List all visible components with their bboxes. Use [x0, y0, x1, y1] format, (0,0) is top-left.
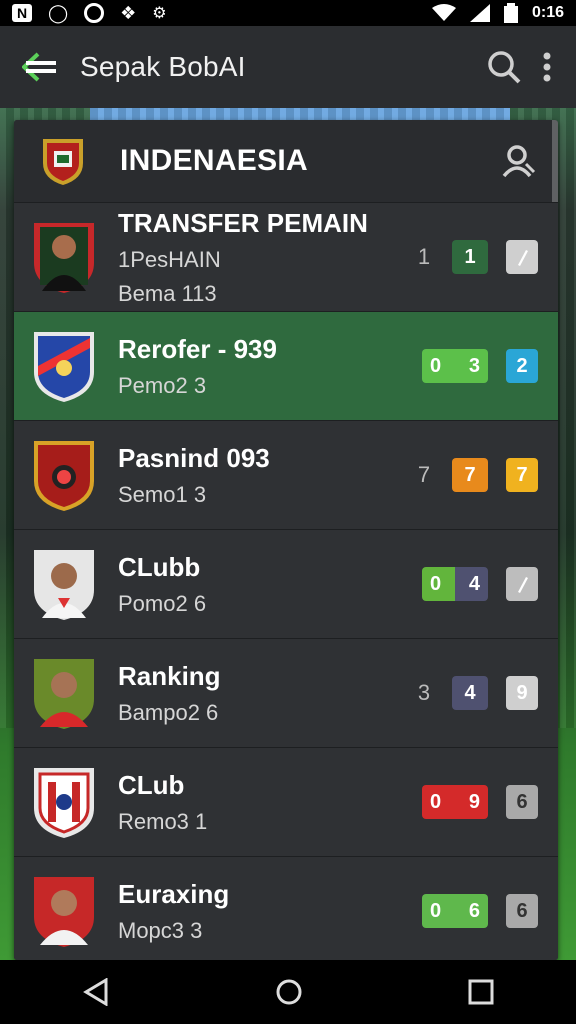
- row-subtitle: Semo1 3: [118, 481, 207, 507]
- player-avatar: [34, 659, 94, 729]
- more-vert-icon[interactable]: [542, 52, 552, 82]
- wifi-icon: [431, 4, 456, 21]
- player-avatar: [34, 223, 94, 293]
- app-bar: Sepak BobAI: [0, 26, 576, 108]
- row-title: CLubb: [118, 551, 201, 582]
- club-crest: [34, 332, 94, 402]
- player-avatar: [34, 550, 94, 620]
- row-title: TRANSFER PEMAIN: [118, 207, 368, 238]
- chip-value: 3: [468, 354, 480, 377]
- row-subtitle: Pomo2 6: [118, 590, 207, 616]
- status-chip[interactable]: 1: [452, 240, 488, 274]
- edit-icon: [518, 250, 528, 266]
- row-subtitle: Mopc3 3: [118, 917, 203, 943]
- status-chip[interactable]: 7: [452, 458, 488, 492]
- list-item[interactable]: Euraxing Mopc3 3 0 6 6: [14, 856, 558, 960]
- status-chip[interactable]: 0 6: [422, 894, 488, 928]
- list-item[interactable]: Rerofer - 939 Pemo2 3 0 3 2: [14, 311, 558, 420]
- row-detail: Bema 113: [118, 280, 217, 306]
- search-icon[interactable]: [486, 49, 522, 85]
- row-subtitle: Pemo2 3: [118, 372, 207, 398]
- chip-left-value: 0: [430, 790, 442, 813]
- status-bar: N ◯ ❖ ⚙ 0:16: [0, 0, 576, 26]
- clock: 0:16: [531, 4, 564, 21]
- status-chip[interactable]: 0 9: [422, 785, 488, 819]
- list-item[interactable]: Pasnind 093 Semo1 3 7 7 7: [14, 420, 558, 529]
- chip-left-value: 0: [430, 572, 442, 595]
- action-square[interactable]: 9: [506, 676, 538, 710]
- team-panel: INDENAESIA TRANSFER PEMAIN 1PesHAIN Bema…: [14, 120, 558, 960]
- nav-home-icon[interactable]: [275, 978, 303, 1006]
- list-item[interactable]: TRANSFER PEMAIN 1PesHAIN Bema 113 1 1: [14, 202, 558, 311]
- status-chip[interactable]: 4: [452, 676, 488, 710]
- action-square[interactable]: [506, 240, 538, 274]
- action-square[interactable]: 6: [506, 785, 538, 819]
- row-title: CLub: [118, 769, 185, 800]
- row-count: 1: [417, 244, 431, 269]
- voicemail-icon: ◯: [48, 2, 69, 23]
- row-title: Pasnind 093: [118, 442, 270, 473]
- back-button[interactable]: [0, 26, 80, 108]
- crest-icon: [43, 139, 83, 185]
- row-subtitle: Bampo2 6: [118, 699, 219, 725]
- nav-recents-icon[interactable]: [468, 979, 494, 1005]
- status-chip[interactable]: 0 3: [422, 349, 488, 383]
- signal-icon: [469, 4, 490, 22]
- game-icon: ⚙: [152, 5, 167, 22]
- app-title: Sepak BobAI: [80, 51, 246, 82]
- row-subtitle: Remo3 1: [118, 808, 208, 834]
- row-title: Rerofer - 939: [118, 333, 277, 364]
- action-square[interactable]: [506, 567, 538, 601]
- club-crest: [34, 441, 94, 511]
- account-icon[interactable]: [502, 144, 536, 178]
- sync-icon: [84, 3, 105, 23]
- club-crest: [34, 768, 94, 838]
- battery-icon: [503, 3, 518, 23]
- country-name: INDENAESIA: [120, 144, 309, 177]
- nav-back-icon[interactable]: [82, 978, 110, 1006]
- status-chip[interactable]: 0 4: [422, 567, 488, 601]
- row-count: 7: [417, 462, 431, 487]
- list-item[interactable]: CLubb Pomo2 6 0 4: [14, 529, 558, 638]
- action-square[interactable]: 7: [506, 458, 538, 492]
- chip-left-value: 0: [430, 899, 442, 922]
- action-square[interactable]: 2: [506, 349, 538, 383]
- panel-header: INDENAESIA: [14, 120, 558, 202]
- row-subtitle: 1PesHAIN: [118, 246, 221, 272]
- row-title: Euraxing: [118, 878, 230, 909]
- list-item[interactable]: Ranking Bampo2 6 3 4 9: [14, 638, 558, 747]
- chip-value: 4: [468, 572, 480, 595]
- chip-left-value: 0: [430, 354, 442, 377]
- row-title: Ranking: [118, 660, 221, 691]
- notification-n-icon: N: [12, 4, 32, 22]
- row-count: 3: [417, 680, 431, 705]
- chip-value: 6: [468, 899, 480, 922]
- chip-value: 9: [468, 790, 480, 813]
- list-item[interactable]: CLub Remo3 1 0 9 6: [14, 747, 558, 856]
- player-avatar: [34, 877, 94, 947]
- shield-icon: ❖: [120, 2, 137, 23]
- system-nav-bar: [0, 960, 576, 1024]
- back-arrow-icon: [22, 52, 56, 82]
- edit-icon: [518, 577, 528, 593]
- action-square[interactable]: 6: [506, 894, 538, 928]
